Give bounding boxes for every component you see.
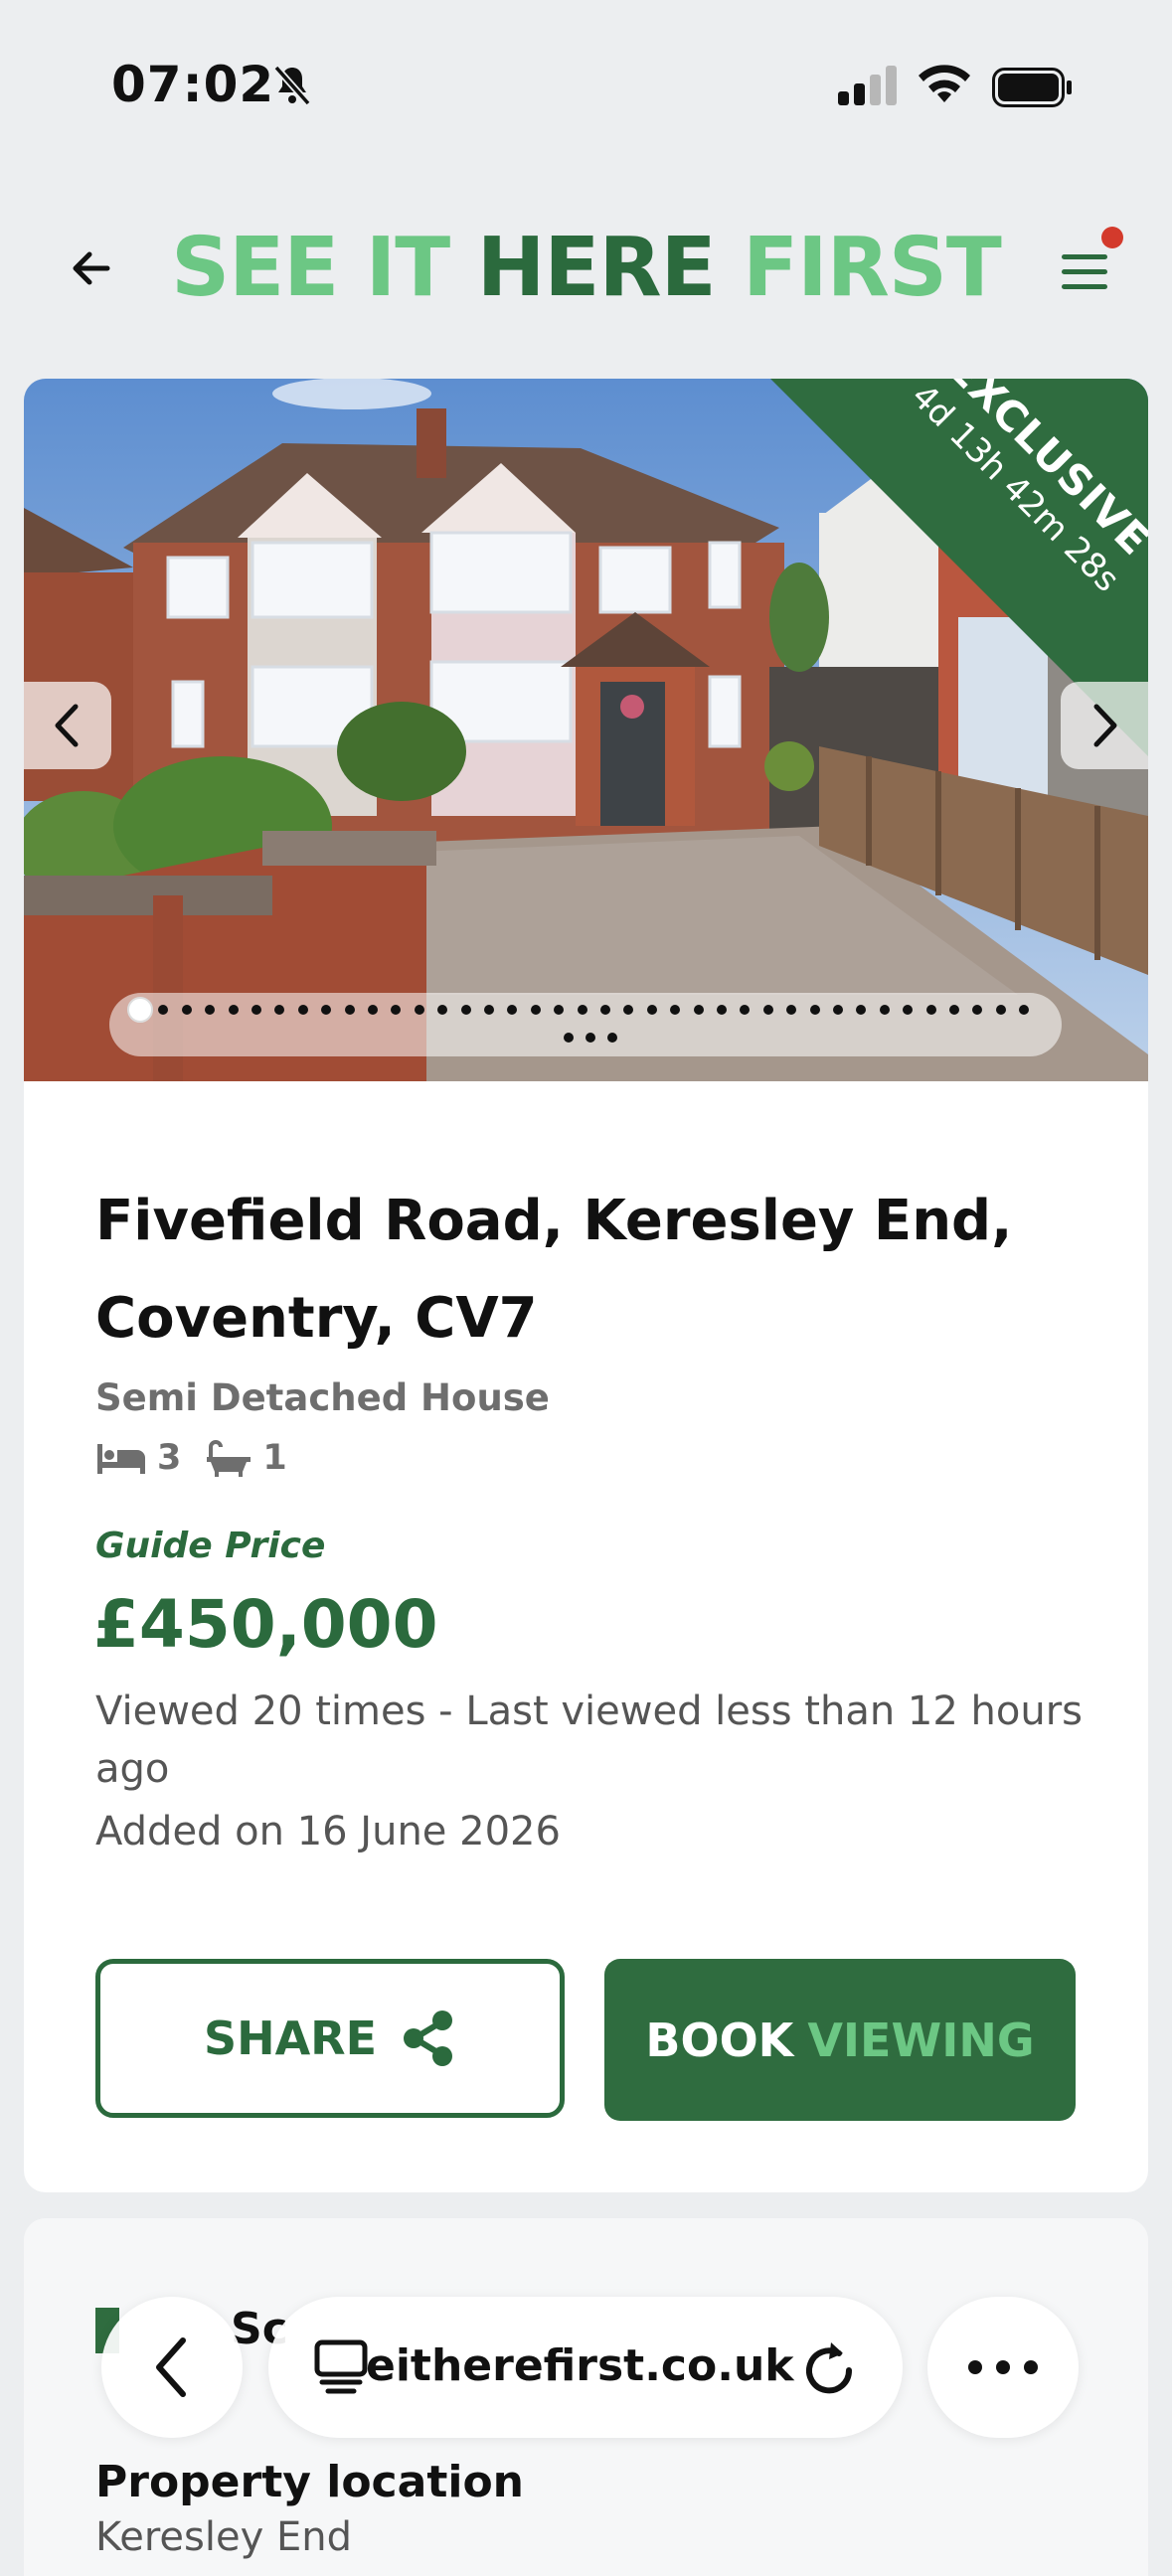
- viewing-label: VIEWING: [807, 2012, 1035, 2067]
- gallery-dot[interactable]: [368, 1005, 378, 1015]
- gallery-dot[interactable]: [925, 1005, 936, 1015]
- property-type: Semi Detached House: [95, 1376, 550, 1419]
- logo-part1: SEE IT: [171, 221, 450, 315]
- gallery-dot[interactable]: [879, 1005, 890, 1015]
- browser-back-button[interactable]: [101, 2297, 243, 2438]
- price-label: Guide Price: [95, 1526, 326, 1566]
- gallery-dot[interactable]: [762, 1005, 773, 1015]
- logo-part2: HERE: [476, 221, 717, 315]
- room-counts: 3 1: [95, 1438, 287, 1478]
- ellipsis-icon: [968, 2360, 1038, 2374]
- location-subtitle: Keresley End: [95, 2514, 352, 2560]
- view-stats: Viewed 20 times - Last viewed less than …: [95, 1689, 1083, 1792]
- property-title: Fivefield Road, Keresley End, Coventry, …: [95, 1189, 1013, 1351]
- gallery-dot[interactable]: [600, 1005, 610, 1015]
- book-viewing-button[interactable]: BOOK VIEWING: [604, 1959, 1076, 2121]
- gallery-dot[interactable]: [1019, 1005, 1030, 1015]
- gallery-dot[interactable]: [554, 1005, 565, 1015]
- location-title: Property location: [95, 2457, 524, 2507]
- gallery-dot[interactable]: [437, 1005, 448, 1015]
- bed-icon: [97, 1444, 145, 1474]
- gallery-dot[interactable]: [321, 1005, 332, 1015]
- status-time: 07:02: [111, 56, 275, 113]
- gallery-dot[interactable]: [414, 1005, 424, 1015]
- gallery-dot[interactable]: [507, 1005, 518, 1015]
- gallery-dot[interactable]: [181, 1005, 192, 1015]
- wifi-icon: [919, 65, 970, 102]
- reload-icon[interactable]: [799, 2334, 861, 2400]
- url-text: eitherefirst.co.uk: [366, 2340, 794, 2391]
- gallery-dot[interactable]: [127, 997, 153, 1023]
- gallery-dot[interactable]: [809, 1005, 820, 1015]
- gallery-dot[interactable]: [949, 1005, 959, 1015]
- bedroom-count: 3: [157, 1438, 182, 1478]
- gallery-dot[interactable]: [623, 1005, 634, 1015]
- gallery-dot[interactable]: [344, 1005, 355, 1015]
- gallery-dot[interactable]: [205, 1005, 216, 1015]
- gallery-dot[interactable]: [607, 1033, 617, 1043]
- hamburger-menu-icon[interactable]: [1056, 242, 1115, 302]
- share-button[interactable]: SHARE: [95, 1959, 565, 2118]
- gallery-dot[interactable]: [833, 1005, 843, 1015]
- cellular-signal-icon: [838, 66, 897, 105]
- gallery-dot[interactable]: [693, 1005, 704, 1015]
- gallery-dot[interactable]: [297, 1005, 308, 1015]
- gallery-dot[interactable]: [586, 1033, 595, 1043]
- gallery-dot[interactable]: [228, 1005, 239, 1015]
- gallery-dot[interactable]: [740, 1005, 751, 1015]
- browser-address-bar[interactable]: eitherefirst.co.uk: [268, 2297, 903, 2438]
- next-photo-button[interactable]: [1061, 682, 1148, 769]
- gallery-dot[interactable]: [577, 1005, 587, 1015]
- gallery-dot[interactable]: [251, 1005, 261, 1015]
- gallery-dot[interactable]: [717, 1005, 727, 1015]
- gallery-dot[interactable]: [484, 1005, 494, 1015]
- chevron-right-icon: [1093, 704, 1117, 747]
- price: £450,000: [93, 1586, 438, 1663]
- chevron-left-icon: [156, 2337, 186, 2397]
- site-logo[interactable]: SEE IT HERE FIRST: [0, 221, 1172, 315]
- bathroom-count: 1: [262, 1438, 287, 1478]
- notification-dot: [1101, 227, 1123, 248]
- gallery-dot[interactable]: [391, 1005, 402, 1015]
- previous-photo-button[interactable]: [24, 682, 111, 769]
- share-label: SHARE: [203, 2012, 378, 2065]
- chevron-left-icon: [55, 704, 79, 747]
- battery-icon: [992, 68, 1072, 107]
- logo-part3: FIRST: [743, 221, 1002, 315]
- gallery-dot[interactable]: [646, 1005, 657, 1015]
- bath-icon: [207, 1440, 251, 1477]
- gallery-dot[interactable]: [670, 1005, 681, 1015]
- gallery-dot[interactable]: [903, 1005, 914, 1015]
- gallery-dot[interactable]: [460, 1005, 471, 1015]
- added-date: Added on 16 June 2026: [95, 1809, 561, 1854]
- gallery-dot[interactable]: [972, 1005, 983, 1015]
- gallery-dot[interactable]: [856, 1005, 867, 1015]
- gallery-dot[interactable]: [995, 1005, 1006, 1015]
- gallery-dot[interactable]: [786, 1005, 797, 1015]
- share-icon: [404, 2011, 453, 2066]
- tabs-icon: [314, 2339, 368, 2394]
- gallery-pagination[interactable]: [109, 993, 1062, 1056]
- silent-bell-icon: [273, 65, 311, 106]
- gallery-dot[interactable]: [158, 1005, 169, 1015]
- gallery-dot[interactable]: [564, 1033, 574, 1043]
- more-options-button[interactable]: [927, 2297, 1079, 2438]
- status-bar: 07:02: [0, 0, 1172, 149]
- book-label: BOOK: [645, 2012, 794, 2067]
- gallery-dot[interactable]: [274, 1005, 285, 1015]
- property-photo-gallery[interactable]: EXCLUSIVE 4d 13h 42m 28s: [24, 379, 1148, 1081]
- gallery-dot[interactable]: [530, 1005, 541, 1015]
